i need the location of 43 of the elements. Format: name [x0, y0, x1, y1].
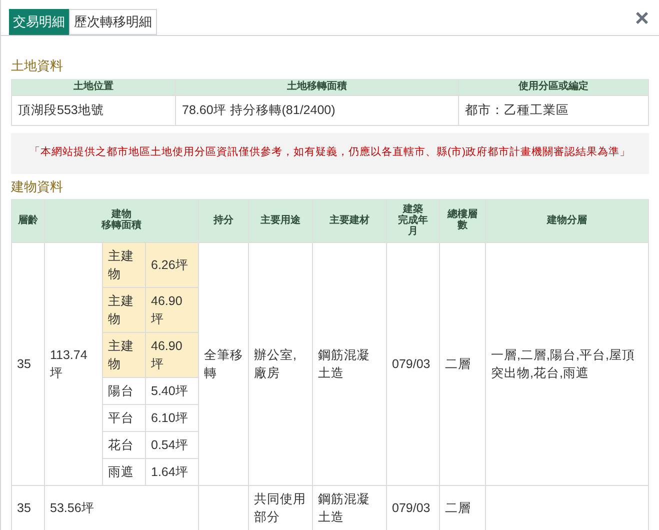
tab[interactable]: 交易明細 — [9, 9, 69, 35]
tab[interactable]: 歷次轉移明細 — [69, 9, 157, 35]
table-cell: 78.60坪 持分移轉(81/2400) — [176, 95, 458, 125]
table-cell: 平台 — [102, 404, 146, 431]
table-cell: 頂湖段553地號 — [12, 95, 176, 125]
column-header: 主要用途 — [248, 199, 313, 242]
table-cell: 6.26坪 — [146, 242, 199, 287]
table-cell: 主建物 — [102, 332, 146, 377]
table-cell: 53.56坪 — [50, 500, 94, 514]
column-header: 主要建材 — [312, 199, 387, 242]
table-cell: 079/03 — [392, 500, 430, 514]
disclaimer-text: 「本網站提供之都市地區土地使用分區資訊僅供參考，如有疑義，仍應以各直轄市、縣(市)政府都市計畫機關審認結果為準」 — [30, 145, 630, 160]
column-header: 土地位置 — [12, 78, 176, 95]
table-cell: 主建物 — [102, 242, 146, 287]
table-cell: 雨遮 — [102, 458, 146, 485]
table-cell: 全筆移轉 — [204, 348, 244, 380]
table-cell: 主建物 — [102, 287, 146, 332]
section-title: 建物資料 — [11, 178, 63, 196]
table-cell: 鋼筋混凝土造 — [318, 492, 370, 524]
table-cell: 二層 — [445, 500, 472, 514]
column-header: 建物分層 — [486, 199, 648, 242]
column-header: 使用分區或編定 — [458, 78, 648, 95]
table-cell: 35 — [17, 356, 31, 370]
table-cell: 辦公室,廠房 — [254, 348, 297, 380]
table-cell: 都市：乙種工業區 — [458, 95, 648, 125]
table-cell: 陽台 — [102, 377, 146, 404]
table-cell: 35 — [17, 500, 31, 514]
section-title: 土地資料 — [11, 57, 63, 75]
column-header: 持分 — [198, 199, 249, 242]
table-cell: 共同使用部分 — [254, 492, 306, 524]
column-header: 土地移轉面積 — [176, 78, 458, 95]
column-header: 層齡 — [12, 199, 44, 242]
table-cell: 079/03 — [392, 356, 430, 370]
close-button[interactable]: × — [634, 9, 649, 29]
column-header: 總樓層 數 — [440, 199, 486, 242]
table-cell: 二層 — [445, 356, 472, 370]
table-cell: 46.90坪 — [146, 287, 199, 332]
column-header: 建築 完成年 月 — [386, 199, 440, 242]
table-cell: 花台 — [102, 431, 146, 458]
table-cell: 46.90坪 — [146, 332, 199, 377]
table-cell: 一層,二層,陽台,平台,屋頂突出物,花台,雨遮 — [491, 348, 635, 380]
table-cell: 鋼筋混凝土造 — [318, 348, 370, 380]
table-cell: 113.74坪 — [50, 348, 88, 380]
